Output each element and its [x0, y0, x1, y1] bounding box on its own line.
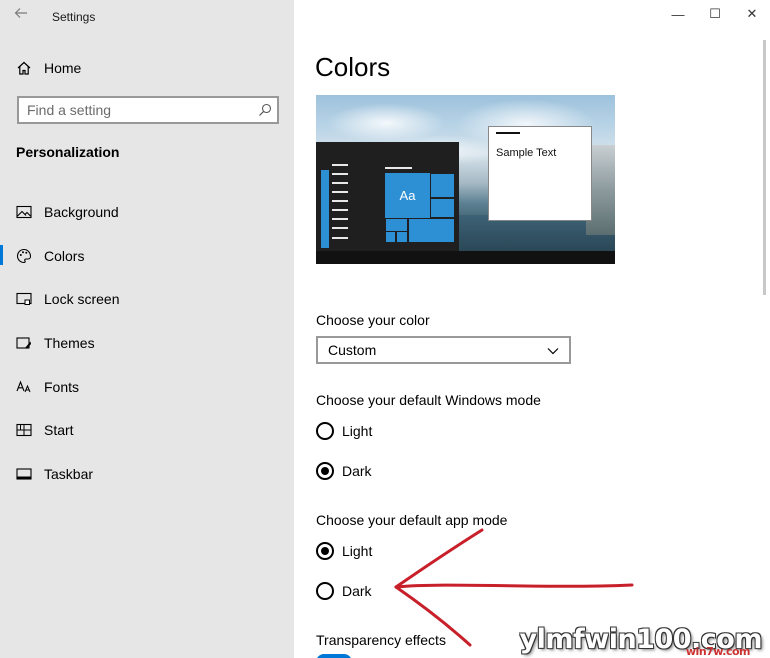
sidebar-item-label: Start [44, 422, 74, 439]
preview-tile-aa: Aa [385, 173, 430, 218]
watermark: ylmfwin100.com win7w.com [520, 626, 763, 658]
app-mode-light-radio[interactable]: Light [316, 541, 372, 561]
preview-menu-line [332, 209, 348, 211]
page-title: Colors [315, 52, 391, 82]
preview-sample-window: Sample Text [488, 126, 592, 221]
preview-menu-line [332, 173, 348, 175]
radio-button[interactable] [316, 422, 334, 440]
windows-mode-light-radio[interactable]: Light [316, 421, 372, 441]
preview-tile [430, 198, 455, 218]
back-arrow-icon[interactable] [14, 6, 30, 22]
preview-taskbar [316, 251, 615, 264]
section-title: Personalization [16, 144, 120, 160]
watermark-subtext: win7w.com [685, 645, 751, 658]
picture-icon [16, 204, 32, 220]
themes-icon [16, 335, 32, 351]
sidebar-item-start[interactable]: Start [0, 408, 294, 452]
preview-tile [430, 173, 455, 198]
preview-sample-text: Sample Text [496, 147, 557, 159]
lock-screen-icon [16, 291, 32, 307]
search-input[interactable] [19, 98, 253, 122]
preview-sample-titlebar [496, 132, 520, 134]
radio-label: Dark [342, 583, 372, 599]
home-icon [16, 60, 32, 76]
scrollbar[interactable] [763, 40, 766, 295]
sidebar-item-lock-screen[interactable]: Lock screen [0, 277, 294, 321]
sidebar-nav: Background Colors Lock screen Themes Fon… [0, 190, 294, 496]
radio-label: Light [342, 423, 373, 439]
app-title: Settings [52, 10, 96, 24]
sidebar-item-label: Lock screen [44, 291, 120, 308]
color-preview: Aa Sample Text [316, 95, 615, 264]
sidebar-item-label: Colors [44, 247, 85, 264]
sidebar-item-themes[interactable]: Themes [0, 321, 294, 365]
home-link[interactable]: Home [16, 58, 81, 78]
chevron-down-icon [547, 342, 559, 358]
sidebar: Settings Home Personalization Background… [0, 0, 294, 658]
windows-mode-dark-radio[interactable]: Dark [316, 461, 372, 481]
choose-color-value: Custom [328, 342, 377, 358]
sidebar-item-label: Taskbar [44, 465, 94, 482]
transparency-toggle[interactable] [316, 654, 352, 658]
sidebar-item-label: Background [44, 203, 119, 220]
radio-button-checked[interactable] [316, 462, 334, 480]
taskbar-icon [16, 466, 32, 482]
preview-menu-line [332, 191, 348, 193]
preview-menu-line [332, 227, 348, 229]
start-icon [16, 422, 32, 438]
search-box[interactable] [17, 96, 279, 124]
content-pane: — ☐ ✕ Colors Aa Sample Text Choose your … [294, 0, 770, 658]
sidebar-item-colors[interactable]: Colors [0, 234, 294, 278]
minimize-button[interactable]: — [668, 6, 688, 22]
sidebar-item-label: Fonts [44, 378, 80, 395]
preview-tile [385, 231, 396, 243]
preview-tile [396, 231, 408, 243]
choose-color-dropdown[interactable]: Custom [316, 336, 571, 364]
selection-indicator [0, 244, 3, 265]
sidebar-item-background[interactable]: Background [0, 190, 294, 234]
sidebar-item-fonts[interactable]: Fonts [0, 365, 294, 409]
app-mode-label: Choose your default app mode [316, 512, 508, 528]
preview-menu-line [332, 237, 348, 239]
fonts-icon [16, 379, 32, 395]
palette-icon [16, 248, 32, 264]
home-label: Home [44, 60, 82, 76]
radio-button[interactable] [316, 582, 334, 600]
sidebar-item-label: Themes [44, 334, 95, 351]
preview-menu-line [332, 164, 348, 166]
preview-menu-line [332, 218, 348, 220]
app-mode-dark-radio[interactable]: Dark [316, 581, 372, 601]
maximize-button[interactable]: ☐ [705, 6, 725, 22]
preview-menu-line [332, 182, 348, 184]
preview-tile [408, 218, 455, 243]
transparency-label: Transparency effects [316, 632, 446, 648]
preview-menu-line [385, 167, 412, 169]
radio-label: Light [342, 543, 373, 559]
preview-menu-line [332, 200, 348, 202]
radio-button-checked[interactable] [316, 542, 334, 560]
sidebar-item-taskbar[interactable]: Taskbar [0, 452, 294, 496]
preview-start-bar [321, 170, 329, 248]
choose-color-label: Choose your color [316, 312, 430, 328]
windows-mode-label: Choose your default Windows mode [316, 392, 541, 408]
radio-label: Dark [342, 463, 372, 479]
close-button[interactable]: ✕ [742, 6, 762, 22]
search-icon[interactable] [253, 98, 277, 122]
